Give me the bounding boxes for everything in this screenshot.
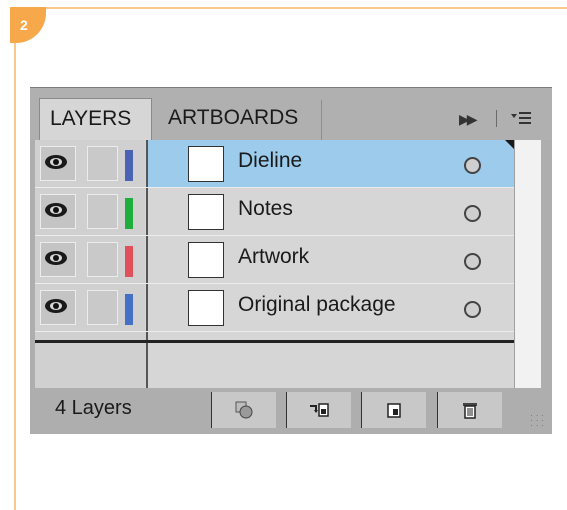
- layers-list: Dieline Notes Artwork Original package: [35, 140, 514, 388]
- lock-toggle[interactable]: [87, 146, 118, 181]
- create-new-layer-icon: [387, 403, 401, 418]
- tab-artboards[interactable]: ARTBOARDS: [152, 98, 322, 140]
- resize-grip-icon[interactable]: · · · · · · · · ·: [530, 411, 544, 430]
- eye-icon: [45, 153, 67, 171]
- target-circle-icon[interactable]: [464, 301, 481, 318]
- step-frame-left: [14, 7, 16, 510]
- layer-thumbnail: [188, 194, 224, 230]
- visibility-toggle[interactable]: [40, 242, 76, 277]
- visibility-toggle[interactable]: [40, 290, 76, 325]
- fast-forward-icon[interactable]: ▶▶: [459, 111, 477, 128]
- target-circle-icon[interactable]: [464, 205, 481, 222]
- current-layer-indicator: [505, 140, 514, 149]
- lock-toggle[interactable]: [87, 194, 118, 229]
- eye-icon: [45, 249, 67, 267]
- layer-thumbnail: [188, 290, 224, 326]
- layer-color-swatch: [125, 150, 133, 181]
- layer-thumbnail: [188, 146, 224, 182]
- layer-name: Dieline: [238, 149, 303, 172]
- eye-icon: [45, 297, 67, 315]
- list-bottom-border: [35, 340, 514, 343]
- layer-color-swatch: [125, 198, 133, 229]
- panel-tab-bar: LAYERS ARTBOARDS ▶▶: [30, 88, 552, 140]
- layer-count: 4 Layers: [55, 397, 132, 419]
- layer-row-artwork[interactable]: Artwork: [35, 236, 514, 284]
- visibility-toggle[interactable]: [40, 194, 76, 229]
- tab-divider: [321, 100, 322, 140]
- delete-layer-button[interactable]: [437, 392, 502, 428]
- layer-row-dieline[interactable]: Dieline: [35, 140, 514, 188]
- layer-row-notes[interactable]: Notes: [35, 188, 514, 236]
- layer-name: Notes: [238, 197, 293, 220]
- tab-layers[interactable]: LAYERS: [39, 98, 152, 140]
- layer-row-original-package[interactable]: Original package: [35, 284, 514, 332]
- step-badge: 2: [10, 7, 46, 43]
- layer-name: Original package: [238, 293, 396, 316]
- eye-icon: [45, 201, 67, 219]
- layer-name: Artwork: [238, 245, 310, 268]
- create-new-layer-button[interactable]: [361, 392, 426, 428]
- vertical-scrollbar[interactable]: [514, 140, 541, 388]
- lock-toggle[interactable]: [87, 242, 118, 277]
- visibility-toggle[interactable]: [40, 146, 76, 181]
- step-frame-top: [14, 7, 567, 9]
- create-sublayer-button[interactable]: [286, 392, 351, 428]
- layers-panel: LAYERS ARTBOARDS ▶▶ Dieline Notes Artwor…: [30, 87, 552, 434]
- panel-menu-icon[interactable]: [511, 110, 533, 126]
- create-sublayer-icon: [310, 403, 329, 417]
- step-number: 2: [20, 17, 28, 33]
- panel-footer: 4 Layers · · · · · · · · ·: [30, 388, 552, 434]
- separator: [496, 110, 497, 127]
- layer-color-swatch: [125, 294, 133, 325]
- target-circle-icon[interactable]: [464, 157, 481, 174]
- make-clipping-mask-button[interactable]: [211, 392, 276, 428]
- layer-thumbnail: [188, 242, 224, 278]
- target-circle-icon[interactable]: [464, 253, 481, 270]
- trash-icon: [463, 403, 477, 419]
- layer-color-swatch: [125, 246, 133, 277]
- make-clipping-mask-icon: [235, 401, 253, 419]
- lock-toggle[interactable]: [87, 290, 118, 325]
